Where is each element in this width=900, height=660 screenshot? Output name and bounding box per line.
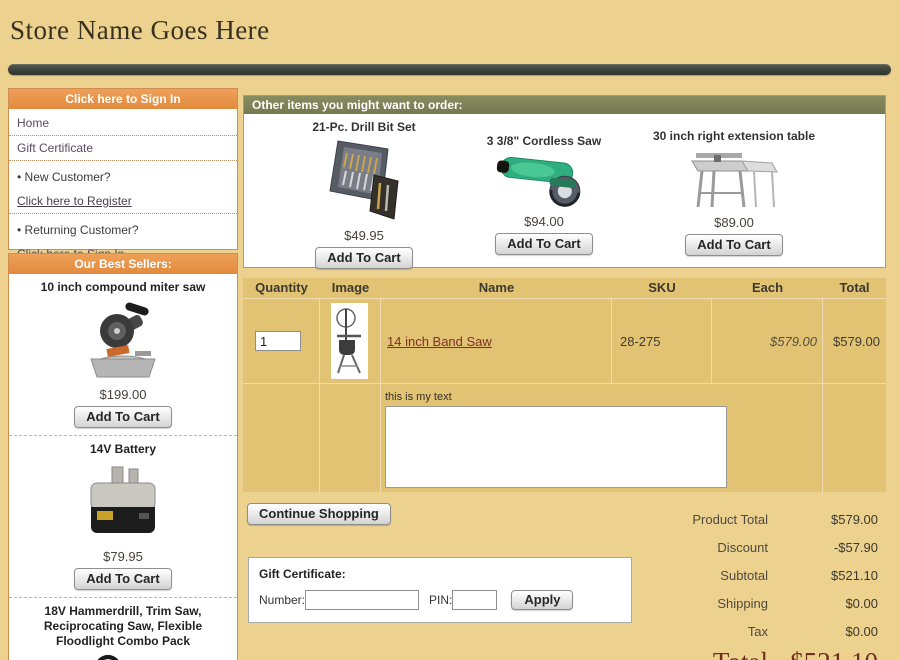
miter-saw-photo bbox=[13, 298, 233, 384]
recommendations-panel: Other items you might want to order: 21-… bbox=[243, 95, 886, 268]
column-header-name: Name bbox=[381, 278, 612, 298]
battery-photo bbox=[13, 460, 233, 546]
band-saw-image bbox=[333, 306, 366, 376]
name-cell: 14 inch Band Saw bbox=[381, 298, 612, 383]
totals-label: Product Total bbox=[560, 512, 768, 527]
grand-total-value: $521.10 bbox=[768, 647, 886, 660]
sidebar-item-home[interactable]: Home bbox=[9, 111, 237, 136]
column-header-quantity: Quantity bbox=[243, 278, 320, 298]
cart-item-link[interactable]: 14 inch Band Saw bbox=[387, 334, 492, 349]
totals-label: Tax bbox=[560, 624, 768, 639]
grand-total-label: Total bbox=[560, 647, 768, 660]
column-header-total: Total bbox=[823, 278, 886, 298]
new-customer-question: • New Customer? bbox=[9, 165, 237, 189]
product-name: 14V Battery bbox=[13, 441, 233, 460]
totals-row: Tax $0.00 bbox=[560, 617, 886, 645]
miter-saw-image bbox=[77, 299, 169, 383]
totals-row: Shipping $0.00 bbox=[560, 589, 886, 617]
signin-links: Home Gift Certificate • New Customer? Cl… bbox=[9, 109, 237, 267]
product-name: 30 inch right extension table bbox=[619, 129, 849, 143]
product-name: 21-Pc. Drill Bit Set bbox=[274, 120, 454, 134]
best-sellers-panel: Our Best Sellers: 10 inch compound miter… bbox=[8, 253, 238, 660]
cart-table: Quantity Image Name SKU Each Total bbox=[243, 278, 886, 492]
quantity-input[interactable] bbox=[255, 331, 301, 351]
extension-table-photo bbox=[619, 143, 849, 213]
page: Store Name Goes Here Click here to Sign … bbox=[0, 0, 900, 660]
totals-row: Subtotal $521.10 bbox=[560, 561, 886, 589]
returning-customer-question: • Returning Customer? bbox=[9, 218, 237, 242]
cordless-saw-photo bbox=[459, 148, 629, 212]
battery-image bbox=[79, 463, 167, 543]
recommended-item: 21-Pc. Drill Bit Set bbox=[274, 120, 454, 269]
cordless-saw-image bbox=[492, 151, 596, 209]
empty-cell bbox=[243, 383, 320, 492]
order-note-label: this is my text bbox=[385, 391, 822, 403]
register-link[interactable]: Click here to Register bbox=[9, 189, 237, 214]
totals-value: -$57.90 bbox=[768, 540, 886, 555]
header-divider-bar bbox=[8, 64, 891, 75]
product-name: 3 3/8" Cordless Saw bbox=[459, 134, 629, 148]
gift-pin-input[interactable] bbox=[452, 590, 497, 610]
sidebar-item-gift-certificate[interactable]: Gift Certificate bbox=[9, 136, 237, 161]
totals-value: $0.00 bbox=[768, 624, 886, 639]
gift-number-input[interactable] bbox=[305, 590, 419, 610]
image-cell bbox=[320, 298, 381, 383]
recommendations-header: Other items you might want to order: bbox=[244, 96, 885, 114]
gift-number-label: Number: bbox=[259, 593, 305, 607]
column-header-image: Image bbox=[320, 278, 381, 298]
product-price: $79.95 bbox=[13, 549, 233, 564]
continue-shopping-button[interactable]: Continue Shopping bbox=[247, 503, 391, 525]
totals-value: $579.00 bbox=[768, 512, 886, 527]
each-cell: $579.00 bbox=[712, 298, 823, 383]
extension-table-image bbox=[684, 145, 784, 211]
product-price: $94.00 bbox=[459, 214, 629, 229]
combo-pack-image bbox=[83, 653, 163, 660]
totals-value: $521.10 bbox=[768, 568, 886, 583]
add-to-cart-button[interactable]: Add To Cart bbox=[315, 247, 412, 269]
add-to-cart-button[interactable]: Add To Cart bbox=[74, 406, 171, 428]
combo-pack-photo bbox=[13, 652, 233, 660]
best-seller-item: 14V Battery $79.95 Add To Cart bbox=[9, 436, 237, 598]
page-title: Store Name Goes Here bbox=[10, 15, 270, 46]
product-name: 18V Hammerdrill, Trim Saw, Reciprocating… bbox=[13, 603, 233, 652]
totals-label: Shipping bbox=[560, 596, 768, 611]
band-saw-photo bbox=[331, 303, 368, 379]
signin-panel-header[interactable]: Click here to Sign In bbox=[9, 89, 237, 109]
product-price: $49.95 bbox=[274, 228, 454, 243]
signin-panel: Click here to Sign In Home Gift Certific… bbox=[8, 88, 238, 250]
add-to-cart-button[interactable]: Add To Cart bbox=[74, 568, 171, 590]
drill-bit-set-image bbox=[322, 137, 406, 223]
grand-total-row: Total $521.10 bbox=[560, 645, 886, 660]
add-to-cart-button[interactable]: Add To Cart bbox=[495, 233, 592, 255]
totals-panel: Product Total $579.00 Discount -$57.90 S… bbox=[560, 505, 886, 660]
recommended-item: 3 3/8" Cordless Saw $94.00 Add To Cart bbox=[459, 134, 629, 255]
add-to-cart-button[interactable]: Add To Cart bbox=[685, 234, 782, 256]
gift-pin-label: PIN: bbox=[429, 593, 452, 607]
totals-row: Product Total $579.00 bbox=[560, 505, 886, 533]
quantity-cell bbox=[243, 298, 320, 383]
product-name: 10 inch compound miter saw bbox=[13, 279, 233, 298]
total-cell: $579.00 bbox=[823, 298, 886, 383]
product-price: $199.00 bbox=[13, 387, 233, 402]
best-seller-item: 18V Hammerdrill, Trim Saw, Reciprocating… bbox=[9, 598, 237, 660]
totals-label: Discount bbox=[560, 540, 768, 555]
totals-label: Subtotal bbox=[560, 568, 768, 583]
column-header-sku: SKU bbox=[612, 278, 712, 298]
sku-cell: 28-275 bbox=[612, 298, 712, 383]
empty-cell bbox=[823, 383, 886, 492]
drill-bit-set-photo bbox=[274, 134, 454, 226]
best-sellers-header: Our Best Sellers: bbox=[9, 254, 237, 274]
best-seller-item: 10 inch compound miter saw $199.00 Add T… bbox=[9, 274, 237, 436]
column-header-each: Each bbox=[712, 278, 823, 298]
totals-row: Discount -$57.90 bbox=[560, 533, 886, 561]
order-note-textarea[interactable] bbox=[385, 406, 727, 488]
product-price: $89.00 bbox=[619, 215, 849, 230]
recommended-item: 30 inch right extension table bbox=[619, 129, 849, 256]
empty-cell bbox=[320, 383, 381, 492]
totals-value: $0.00 bbox=[768, 596, 886, 611]
order-note-cell: this is my text bbox=[381, 383, 823, 492]
